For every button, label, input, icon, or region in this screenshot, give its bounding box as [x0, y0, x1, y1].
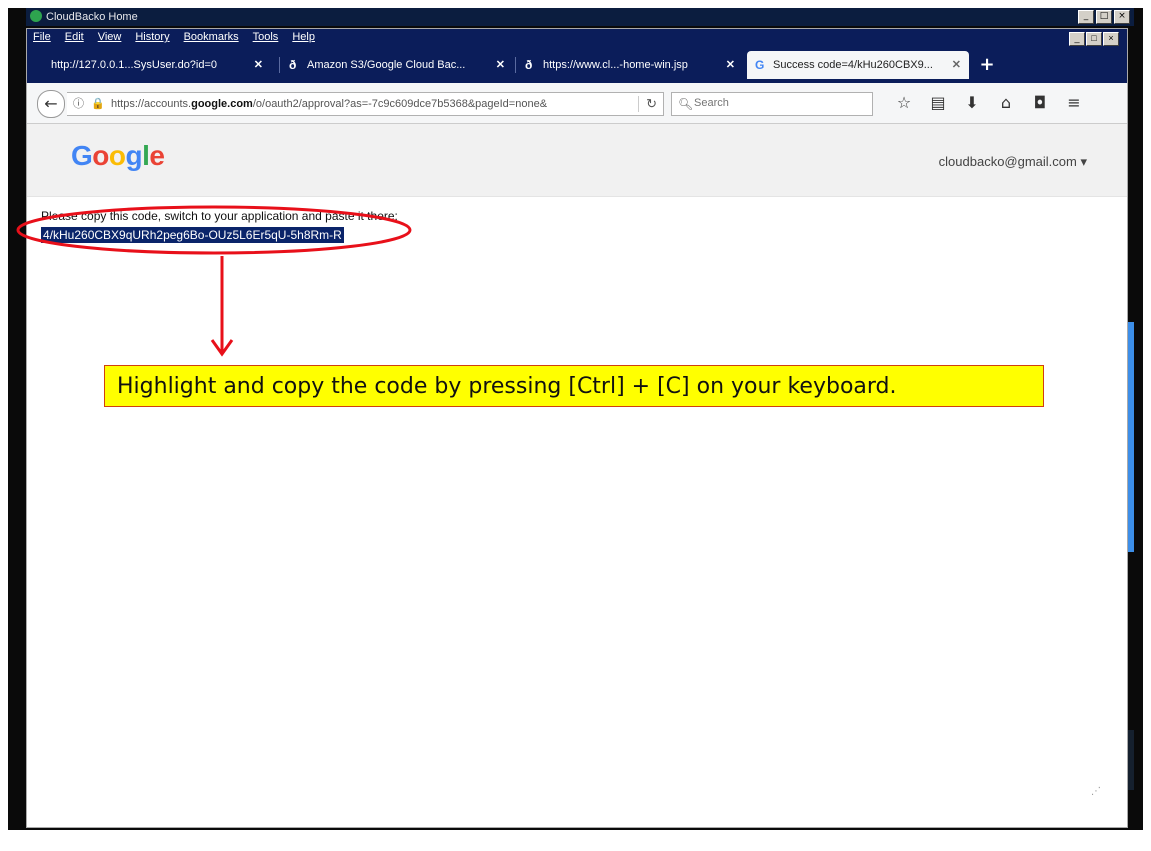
search-icon: 🔍︎	[678, 97, 694, 111]
hamburger-menu-icon[interactable]: ≡	[1057, 91, 1091, 115]
new-tab-button[interactable]: +	[975, 51, 999, 79]
tab-separator	[279, 57, 280, 73]
close-icon[interactable]: ×	[1114, 10, 1130, 24]
tab-label: Amazon S3/Google Cloud Bac...	[307, 59, 466, 71]
menu-edit[interactable]: Edit	[65, 31, 84, 43]
tab-close-icon[interactable]: ✕	[726, 51, 735, 79]
menu-help[interactable]: Help	[292, 31, 315, 43]
home-icon[interactable]: ⌂	[989, 91, 1023, 115]
search-input[interactable]	[694, 95, 864, 111]
menu-bar: File Edit View History Bookmarks Tools H…	[27, 29, 1127, 47]
os-window-title: CloudBacko Home	[46, 11, 138, 23]
tab-cloudbacko-home[interactable]: ð https://www.cl...-home-win.jsp ✕	[517, 51, 743, 79]
menu-file[interactable]: File	[33, 31, 51, 43]
google-logo: Google	[71, 140, 165, 171]
tab-label: https://www.cl...-home-win.jsp	[543, 59, 688, 71]
search-box[interactable]: 🔍︎	[671, 92, 873, 116]
menu-history[interactable]: History	[135, 31, 169, 43]
url-divider	[638, 96, 639, 112]
menu-bookmarks[interactable]: Bookmarks	[184, 31, 239, 43]
url-bar[interactable]: ⓘ 🔒 https://accounts.google.com/o/oauth2…	[67, 92, 664, 116]
instruction-text: Please copy this code, switch to your ap…	[41, 209, 398, 223]
tab-close-icon[interactable]: ✕	[952, 51, 961, 79]
tab-label: Success code=4/kHu260CBX9...	[773, 59, 933, 71]
tab-sysuser[interactable]: http://127.0.0.1...SysUser.do?id=0 ✕	[41, 51, 271, 79]
toolbar: ☆ ▤ ⬇ ⌂ ◘ ≡	[887, 91, 1091, 115]
back-button[interactable]: ←	[37, 90, 65, 118]
browser-maximize-icon[interactable]: □	[1086, 32, 1102, 46]
tab-label: http://127.0.0.1...SysUser.do?id=0	[51, 59, 218, 71]
resize-grip-icon[interactable]: ⋰	[1091, 786, 1101, 797]
tab-bar: http://127.0.0.1...SysUser.do?id=0 ✕ ð A…	[27, 47, 1127, 83]
pocket-icon[interactable]: ◘	[1023, 91, 1057, 115]
lock-icon: 🔒	[91, 98, 105, 110]
maximize-icon[interactable]: □	[1096, 10, 1112, 24]
tab-close-icon[interactable]: ✕	[496, 51, 505, 79]
page-content: Google cloudbacko@gmail.com ▾ Please cop…	[27, 124, 1127, 827]
browser-minimize-icon[interactable]: _	[1069, 32, 1085, 46]
reload-icon[interactable]: ↻	[646, 93, 657, 115]
tab-success-code[interactable]: G Success code=4/kHu260CBX9... ✕	[747, 51, 969, 79]
navigation-bar: ← ⓘ 🔒 https://accounts.google.com/o/oaut…	[27, 83, 1127, 124]
tab-amazon-s3[interactable]: ð Amazon S3/Google Cloud Bac... ✕	[281, 51, 513, 79]
tab-separator	[515, 57, 516, 73]
os-titlebar: CloudBacko Home _ □ ×	[26, 8, 1134, 26]
google-icon: G	[755, 58, 765, 72]
google-header: Google cloudbacko@gmail.com ▾	[27, 124, 1127, 197]
minimize-icon[interactable]: _	[1078, 10, 1094, 24]
bookmark-star-icon[interactable]: ☆	[887, 91, 921, 115]
cloudbacko-icon: ð	[525, 58, 533, 72]
account-menu[interactable]: cloudbacko@gmail.com ▾	[939, 154, 1087, 170]
menu-view[interactable]: View	[98, 31, 122, 43]
download-icon[interactable]: ⬇	[955, 91, 989, 115]
browser-close-icon[interactable]: ×	[1103, 32, 1119, 46]
auth-code[interactable]: 4/kHu260CBX9qURh2peg6Bo-OUz5L6Er5qU-5h8R…	[41, 227, 344, 243]
info-icon[interactable]: ⓘ	[73, 93, 84, 115]
browser-window: File Edit View History Bookmarks Tools H…	[26, 28, 1128, 828]
instruction-callout: Highlight and copy the code by pressing …	[104, 365, 1044, 407]
app-icon	[30, 10, 42, 22]
tab-close-icon[interactable]: ✕	[254, 51, 263, 79]
menu-tools[interactable]: Tools	[253, 31, 279, 43]
reading-list-icon[interactable]: ▤	[921, 91, 955, 115]
cloudbacko-icon: ð	[289, 58, 297, 72]
url-text[interactable]: https://accounts.google.com/o/oauth2/app…	[111, 93, 631, 115]
os-window-controls: _ □ ×	[1078, 10, 1130, 24]
